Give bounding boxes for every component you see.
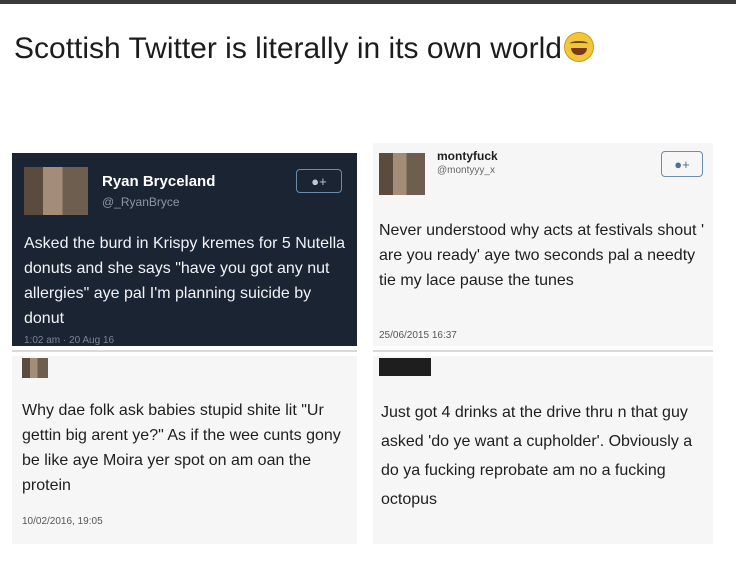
user-name[interactable]: Ryan Bryceland — [102, 173, 215, 190]
user-handle[interactable]: @_RyanBryce — [102, 195, 180, 209]
tweet-timestamp: 25/06/2015 16:37 — [379, 330, 457, 341]
tweet-timestamp: 1:02 am · 20 Aug 16 — [24, 335, 115, 346]
add-user-icon: ●+ — [674, 156, 690, 172]
tears-of-joy-icon — [563, 32, 594, 62]
tweet-text: Just got 4 drinks at the drive thru n th… — [381, 404, 693, 508]
tweet-card-monty: montyfuck @montyyy_x ●+ Never understood… — [373, 143, 713, 346]
meme-caption: Scottish Twitter is literally in its own… — [14, 26, 654, 72]
divider — [12, 350, 357, 352]
avatar[interactable] — [22, 358, 48, 378]
caption-text: Scottish Twitter is literally in its own… — [14, 32, 562, 65]
top-border — [0, 0, 736, 4]
tweet-text: Asked the burd in Krispy kremes for 5 Nu… — [24, 235, 346, 327]
user-name[interactable]: montyfuck — [437, 149, 498, 163]
tweet-text: Why dae folk ask babies stupid shite lit… — [22, 402, 341, 494]
add-user-icon: ●+ — [311, 173, 327, 189]
tweet-text: Never understood why acts at festivals s… — [379, 222, 704, 289]
tweet-timestamp: 10/02/2016, 19:05 — [22, 516, 103, 527]
follow-button[interactable]: ●+ — [661, 151, 703, 177]
avatar[interactable] — [24, 167, 88, 215]
follow-button[interactable]: ●+ — [296, 169, 342, 193]
user-handle[interactable]: @montyyy_x — [437, 165, 495, 176]
tweet-card-octopus: Just got 4 drinks at the drive thru n th… — [373, 356, 713, 544]
divider — [373, 350, 713, 352]
tweet-card-ryan: Ryan Bryceland @_RyanBryce ●+ Asked the … — [12, 153, 357, 346]
avatar[interactable] — [379, 153, 425, 195]
tweet-card-moira: Why dae folk ask babies stupid shite lit… — [12, 356, 357, 544]
avatar[interactable] — [379, 358, 431, 376]
